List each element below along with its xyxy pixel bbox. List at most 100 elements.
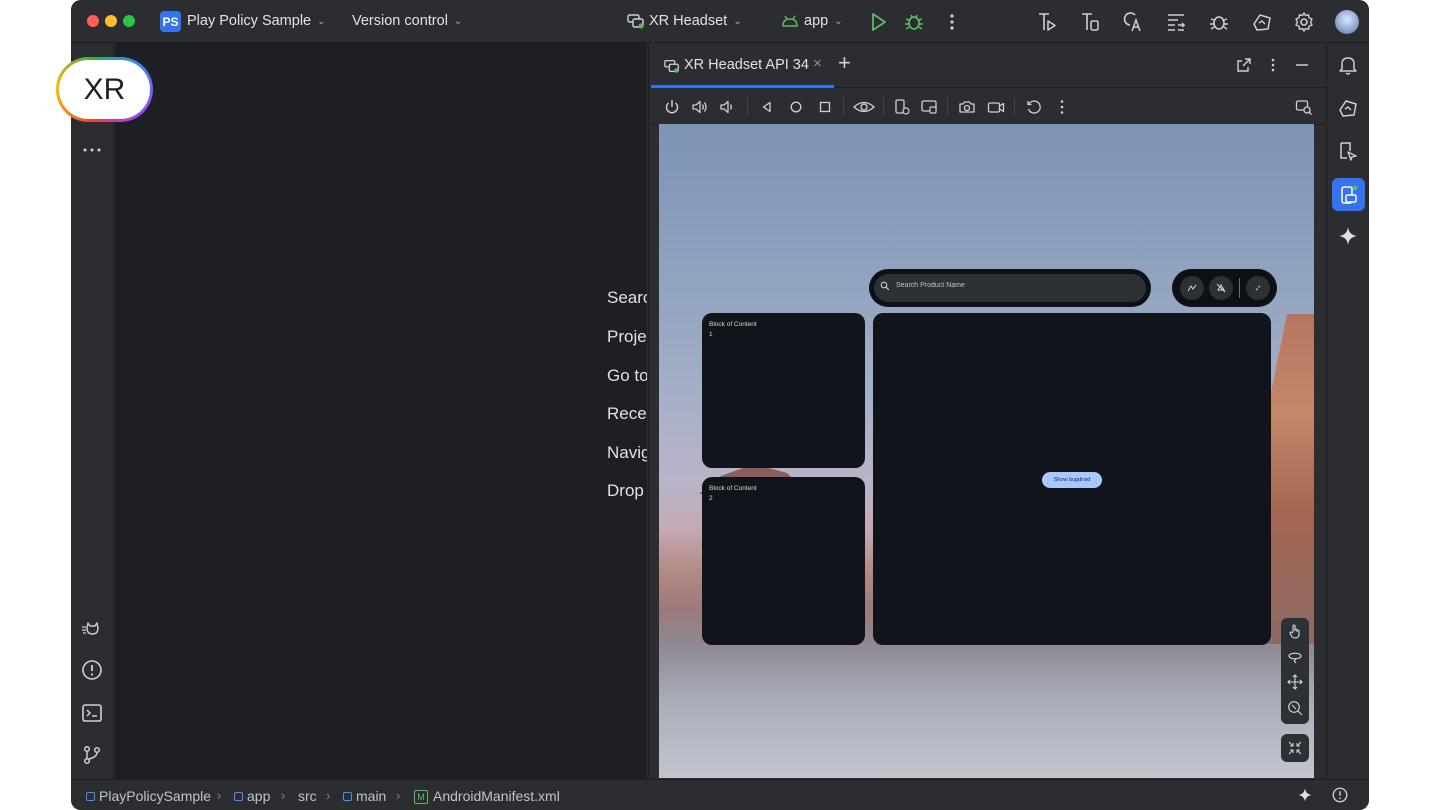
search-placeholder: Search Product Name <box>896 282 965 289</box>
panel-options-icon[interactable] <box>1264 56 1282 74</box>
terminal-icon[interactable] <box>80 701 104 725</box>
breadcrumb-file[interactable]: M AndroidManifest.xml <box>414 788 560 805</box>
toolbar-divider <box>747 98 748 116</box>
display-mode-icon[interactable] <box>919 97 939 117</box>
volume-up-icon[interactable] <box>690 97 710 117</box>
screenshot-camera-icon[interactable] <box>957 97 977 117</box>
search-icon <box>880 281 890 291</box>
vcs-selector[interactable]: Version control ⌄ <box>352 13 462 29</box>
collapse-icon <box>1287 740 1303 756</box>
screen-record-icon[interactable] <box>986 97 1006 117</box>
chevron-down-icon: ⌄ <box>453 16 463 27</box>
toolbar-divider <box>1014 98 1015 116</box>
inspector-icon[interactable] <box>1336 139 1360 163</box>
rotate-view-icon[interactable] <box>1286 648 1304 666</box>
xr-input-controls <box>1281 618 1309 724</box>
device-icon <box>663 57 681 75</box>
content-block-2: Block of Content 2 <box>702 477 865 645</box>
orbiter-mute-icon[interactable] <box>1209 276 1233 300</box>
gemini-device-icon[interactable] <box>1250 10 1274 34</box>
hint-navigate: Navig <box>607 443 647 462</box>
main-content-panel: Show bugdroid <box>873 313 1271 645</box>
ai-sparkle-icon[interactable] <box>1296 786 1314 804</box>
breadcrumb-app[interactable]: app <box>234 788 270 804</box>
reset-icon[interactable] <box>1024 97 1044 117</box>
run-config-selector[interactable]: app ⌄ <box>804 13 843 29</box>
translate-icon[interactable] <box>1121 10 1145 34</box>
logcat-icon[interactable] <box>1164 10 1188 34</box>
build-icon[interactable] <box>1078 10 1102 34</box>
close-tab-icon[interactable]: × <box>813 55 822 72</box>
run-config-label: app <box>804 13 829 29</box>
show-bugdroid-button[interactable]: Show bugdroid <box>1042 472 1102 488</box>
toolbar-divider <box>843 98 844 116</box>
zoom-view-icon[interactable] <box>1286 699 1304 717</box>
search-bar[interactable]: Search Product Name <box>869 269 1151 307</box>
home-icon[interactable] <box>786 97 806 117</box>
zoom-window-button[interactable] <box>123 15 135 27</box>
breadcrumb-label: main <box>356 788 387 804</box>
xr-badge-label: XR <box>59 60 150 119</box>
right-tool-strip <box>1326 43 1369 779</box>
orbiter-collapse-icon[interactable] <box>1246 276 1270 300</box>
device-search-icon[interactable] <box>1294 97 1314 117</box>
more-vertical-icon[interactable] <box>940 10 964 34</box>
minimize-panel-icon[interactable] <box>1293 56 1311 74</box>
run-icon[interactable] <box>866 10 890 34</box>
interact-hand-icon[interactable] <box>1286 622 1304 640</box>
orbiter-mode-icon[interactable] <box>1180 276 1204 300</box>
xr-emulator-viewport[interactable]: Search Product Name Block of Content 1 B… <box>659 124 1314 778</box>
title-bar: PS Play Policy Sample ⌄ Version control ⌄ … <box>71 0 1369 43</box>
status-problems-icon[interactable] <box>1331 786 1349 804</box>
volume-down-icon[interactable] <box>718 97 738 117</box>
module-icon <box>86 792 95 801</box>
hint-goto: Go to <box>607 366 647 385</box>
device-settings-icon[interactable] <box>892 97 912 117</box>
device-label: XR Headset <box>649 13 728 29</box>
close-window-button[interactable] <box>87 15 99 27</box>
debug-icon[interactable] <box>902 10 926 34</box>
passthrough-eye-icon[interactable] <box>852 97 876 117</box>
toolbar-more-icon[interactable] <box>1052 97 1072 117</box>
device-manager-icon[interactable] <box>1336 96 1360 120</box>
cat-icon[interactable] <box>80 616 104 640</box>
minimize-window-button[interactable] <box>105 15 117 27</box>
editor-empty-area: Searc Proje Go to Recer Navig Drop <box>115 43 647 779</box>
notifications-bell-icon[interactable] <box>1336 53 1360 77</box>
search-field[interactable]: Search Product Name <box>874 274 1146 302</box>
move-pan-icon[interactable] <box>1286 673 1304 691</box>
bug-report-icon[interactable] <box>1207 10 1231 34</box>
project-selector[interactable]: Play Policy Sample ⌄ <box>187 13 326 29</box>
module-icon <box>343 792 352 801</box>
project-sync-icon[interactable] <box>1035 10 1059 34</box>
toolbar-divider <box>947 98 948 116</box>
emulator-toolbar <box>649 89 1326 125</box>
open-external-icon[interactable] <box>1235 56 1253 74</box>
breadcrumb-main[interactable]: main <box>343 788 386 804</box>
manifest-icon: M <box>414 790 428 804</box>
breadcrumb-src[interactable]: src <box>298 788 317 804</box>
device-icon <box>626 11 650 35</box>
device-selector[interactable]: XR Headset ⌄ <box>649 13 742 29</box>
running-devices-panel: XR Headset API 34 × + Search Product Nam… <box>648 43 1326 779</box>
avatar[interactable] <box>1335 10 1359 34</box>
add-tab-button[interactable]: + <box>838 52 851 74</box>
project-badge[interactable]: PS <box>160 11 181 32</box>
git-branch-icon[interactable] <box>80 743 104 767</box>
gemini-sparkle-icon[interactable] <box>1336 224 1360 248</box>
running-devices-icon <box>1337 183 1361 207</box>
power-icon[interactable] <box>662 97 682 117</box>
back-icon[interactable] <box>757 97 777 117</box>
more-icon[interactable] <box>80 138 104 162</box>
problems-icon[interactable] <box>80 658 104 682</box>
settings-gear-icon[interactable] <box>1292 10 1316 34</box>
breadcrumb-label: app <box>247 788 271 804</box>
breadcrumb-project[interactable]: PlayPolicySample <box>86 788 211 804</box>
chevron-down-icon: ⌄ <box>834 16 843 27</box>
device-tab[interactable]: XR Headset API 34 × <box>651 43 834 88</box>
collapse-controls-button[interactable] <box>1281 734 1309 762</box>
module-icon <box>234 792 243 801</box>
overview-icon[interactable] <box>815 97 835 117</box>
running-devices-tab-active[interactable] <box>1332 178 1365 211</box>
hint-project: Proje <box>607 327 647 346</box>
